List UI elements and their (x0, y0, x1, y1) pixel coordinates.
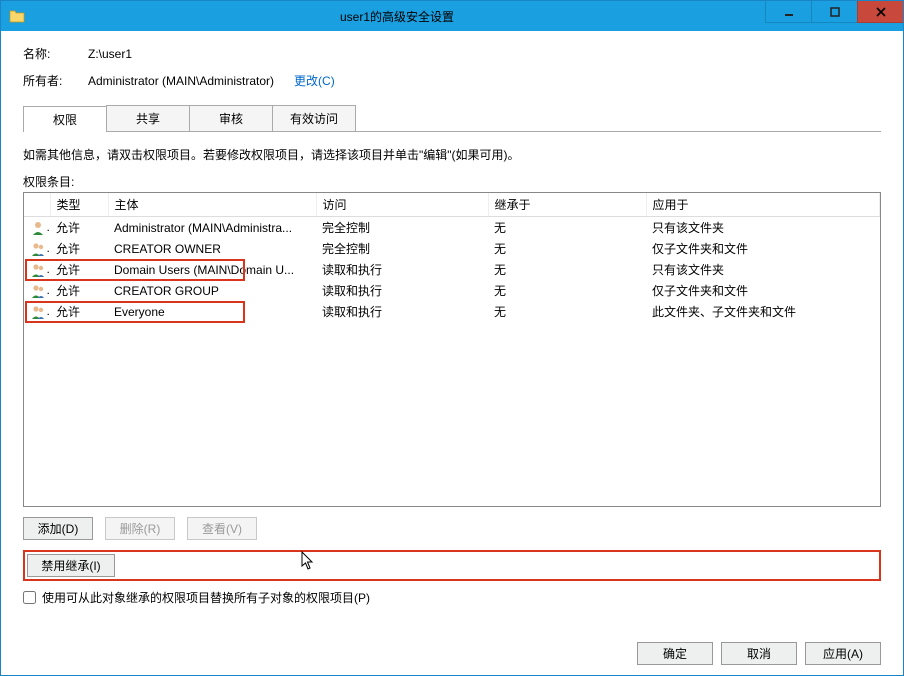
ok-button[interactable]: 确定 (637, 642, 713, 665)
row-inherited: 无 (488, 217, 646, 239)
row-icon (24, 301, 50, 322)
row-principal: Everyone (108, 301, 316, 322)
tab-3[interactable]: 有效访问 (272, 105, 356, 131)
table-row[interactable]: 允许CREATOR OWNER完全控制无仅子文件夹和文件 (24, 238, 880, 259)
entry-buttons: 添加(D) 删除(R) 查看(V) (23, 517, 881, 540)
instruction-text: 如需其他信息，请双击权限项目。若要修改权限项目，请选择该项目并单击"编辑"(如果… (23, 146, 881, 163)
minimize-button[interactable] (765, 1, 811, 23)
close-button[interactable] (857, 1, 903, 23)
replace-children-row: 使用可从此对象继承的权限项目替换所有子对象的权限项目(P) (23, 589, 881, 606)
owner-row: 所有者: Administrator (MAIN\Administrator) … (23, 72, 881, 89)
row-access: 完全控制 (316, 217, 488, 239)
tab-2[interactable]: 审核 (189, 105, 273, 131)
owner-value: Administrator (MAIN\Administrator) (88, 74, 274, 88)
add-button[interactable]: 添加(D) (23, 517, 93, 540)
client-area: 名称: Z:\user1 所有者: Administrator (MAIN\Ad… (1, 31, 903, 675)
change-owner-link[interactable]: 更改(C) (294, 72, 335, 89)
row-type: 允许 (50, 280, 108, 301)
titlebar: user1的高级安全设置 (1, 1, 903, 31)
row-icon (24, 280, 50, 301)
row-applies: 只有该文件夹 (646, 259, 880, 280)
name-row: 名称: Z:\user1 (23, 45, 881, 62)
row-applies: 仅子文件夹和文件 (646, 238, 880, 259)
row-inherited: 无 (488, 280, 646, 301)
col-access[interactable]: 访问 (316, 193, 488, 217)
row-inherited: 无 (488, 301, 646, 322)
row-type: 允许 (50, 217, 108, 239)
row-principal: CREATOR OWNER (108, 238, 316, 259)
entries-label: 权限条目: (23, 173, 881, 190)
row-applies: 此文件夹、子文件夹和文件 (646, 301, 880, 322)
row-type: 允许 (50, 301, 108, 322)
disable-inherit-highlight: 禁用继承(I) (23, 550, 881, 581)
tab-0[interactable]: 权限 (23, 106, 107, 132)
row-applies: 仅子文件夹和文件 (646, 280, 880, 301)
row-type: 允许 (50, 259, 108, 280)
tab-1[interactable]: 共享 (106, 105, 190, 131)
dialog-footer: 确定 取消 应用(A) (23, 628, 881, 665)
col-icon[interactable] (24, 193, 50, 217)
row-icon (24, 259, 50, 280)
row-applies: 只有该文件夹 (646, 217, 880, 239)
row-icon (24, 238, 50, 259)
name-value: Z:\user1 (88, 47, 132, 61)
row-access: 读取和执行 (316, 280, 488, 301)
tab-bar: 权限共享审核有效访问 (23, 105, 881, 132)
table-row[interactable]: 允许Domain Users (MAIN\Domain U...读取和执行无只有… (24, 259, 880, 280)
col-type[interactable]: 类型 (50, 193, 108, 217)
row-principal: CREATOR GROUP (108, 280, 316, 301)
name-label: 名称: (23, 45, 88, 62)
col-applies[interactable]: 应用于 (646, 193, 880, 217)
row-inherited: 无 (488, 238, 646, 259)
table-row[interactable]: 允许Everyone读取和执行无此文件夹、子文件夹和文件 (24, 301, 880, 322)
table-row[interactable]: 允许Administrator (MAIN\Administra...完全控制无… (24, 217, 880, 239)
row-principal: Administrator (MAIN\Administra... (108, 217, 316, 239)
row-icon (24, 217, 50, 239)
row-access: 完全控制 (316, 238, 488, 259)
view-button: 查看(V) (187, 517, 257, 540)
window-controls (765, 1, 903, 31)
remove-button: 删除(R) (105, 517, 175, 540)
owner-label: 所有者: (23, 72, 88, 89)
maximize-button[interactable] (811, 1, 857, 23)
permissions-grid[interactable]: 类型 主体 访问 继承于 应用于 允许Administrator (MAIN\A… (23, 192, 881, 507)
folder-icon (5, 8, 29, 24)
row-principal: Domain Users (MAIN\Domain U... (108, 259, 316, 280)
row-access: 读取和执行 (316, 301, 488, 322)
table-row[interactable]: 允许CREATOR GROUP读取和执行无仅子文件夹和文件 (24, 280, 880, 301)
col-principal[interactable]: 主体 (108, 193, 316, 217)
row-type: 允许 (50, 238, 108, 259)
advanced-security-window: user1的高级安全设置 名称: Z:\user1 所有者: Administr… (0, 0, 904, 676)
col-inherited[interactable]: 继承于 (488, 193, 646, 217)
cancel-button[interactable]: 取消 (721, 642, 797, 665)
row-inherited: 无 (488, 259, 646, 280)
disable-inheritance-button[interactable]: 禁用继承(I) (27, 554, 115, 577)
window-title: user1的高级安全设置 (29, 8, 765, 25)
row-access: 读取和执行 (316, 259, 488, 280)
replace-children-checkbox[interactable] (23, 591, 36, 604)
replace-children-label: 使用可从此对象继承的权限项目替换所有子对象的权限项目(P) (42, 589, 370, 606)
apply-button[interactable]: 应用(A) (805, 642, 881, 665)
